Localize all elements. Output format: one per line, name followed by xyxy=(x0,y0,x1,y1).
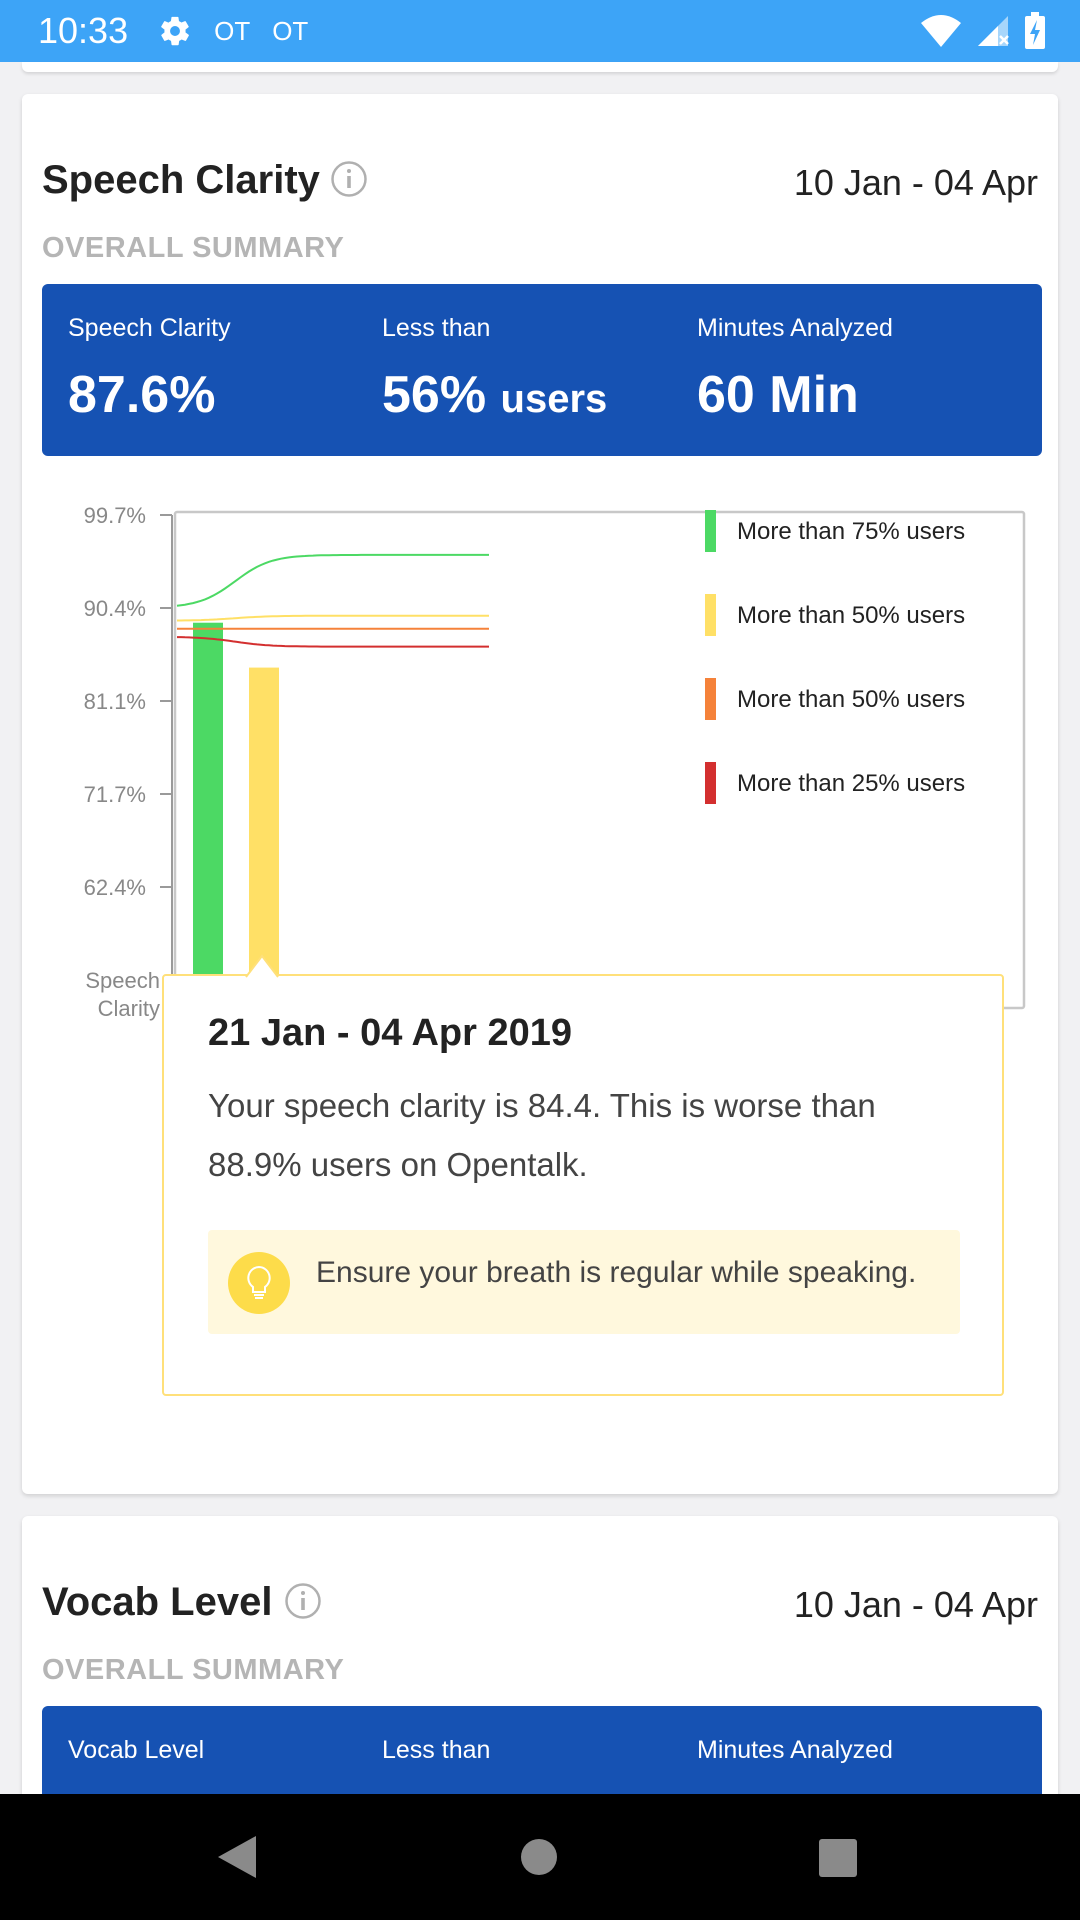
summary-vocab: Vocab Level xyxy=(68,1736,204,1765)
summary-label: Less than xyxy=(382,1736,491,1764)
vocab-level-card: Vocab Level 10 Jan - 04 Apr OVERALL SUMM… xyxy=(22,1516,1058,1846)
legend-swatch xyxy=(705,762,716,804)
legend-label: More than 50% users xyxy=(737,602,966,629)
navigation-bar xyxy=(0,1794,1080,1920)
recents-icon[interactable] xyxy=(818,1838,858,1878)
summary-less-than: Less than xyxy=(382,1736,490,1765)
legend-label: More than 25% users xyxy=(737,770,966,797)
y-tick-label: 62.4% xyxy=(84,875,146,900)
tooltip-title: 21 Jan - 04 Apr 2019 xyxy=(208,1012,573,1054)
legend-label: More than 50% users xyxy=(737,686,966,713)
tooltip-arrow xyxy=(245,954,279,978)
info-icon[interactable] xyxy=(284,1582,322,1620)
plot-frame xyxy=(173,510,1026,1010)
bar xyxy=(193,622,223,1008)
y-tick-label: 81.1% xyxy=(84,689,146,714)
back-icon[interactable] xyxy=(216,1834,258,1880)
y-axis-label: Clarity xyxy=(98,996,160,1021)
summary-minutes: Minutes Analyzed xyxy=(697,1736,893,1765)
chart-tooltip: 21 Jan - 04 Apr 2019 Your speech clarity… xyxy=(162,974,1004,1396)
section-label: OVERALL SUMMARY xyxy=(42,1654,345,1686)
legend-swatch xyxy=(705,678,716,720)
card-title: Vocab Level xyxy=(42,1580,273,1624)
summary-label: Vocab Level xyxy=(68,1736,205,1764)
lightbulb-icon xyxy=(228,1252,290,1314)
summary-label: Minutes Analyzed xyxy=(697,1736,893,1764)
y-tick-label: 71.7% xyxy=(84,782,146,807)
tip-hint-text: Ensure your breath is regular while spea… xyxy=(316,1256,917,1289)
tip-hint-box: Ensure your breath is regular while spea… xyxy=(208,1230,960,1334)
legend-label: More than 75% users xyxy=(737,518,966,545)
legend-swatch xyxy=(705,594,716,636)
date-range: 10 Jan - 04 Apr xyxy=(793,1584,1038,1625)
tooltip-text: Your speech clarity is 84.4. This is wor… xyxy=(208,1087,876,1183)
y-tick-label: 99.7% xyxy=(84,503,146,528)
legend-swatch xyxy=(705,510,716,552)
home-icon[interactable] xyxy=(520,1838,558,1876)
y-axis-label: Speech xyxy=(85,968,160,993)
y-tick-label: 90.4% xyxy=(84,596,146,621)
